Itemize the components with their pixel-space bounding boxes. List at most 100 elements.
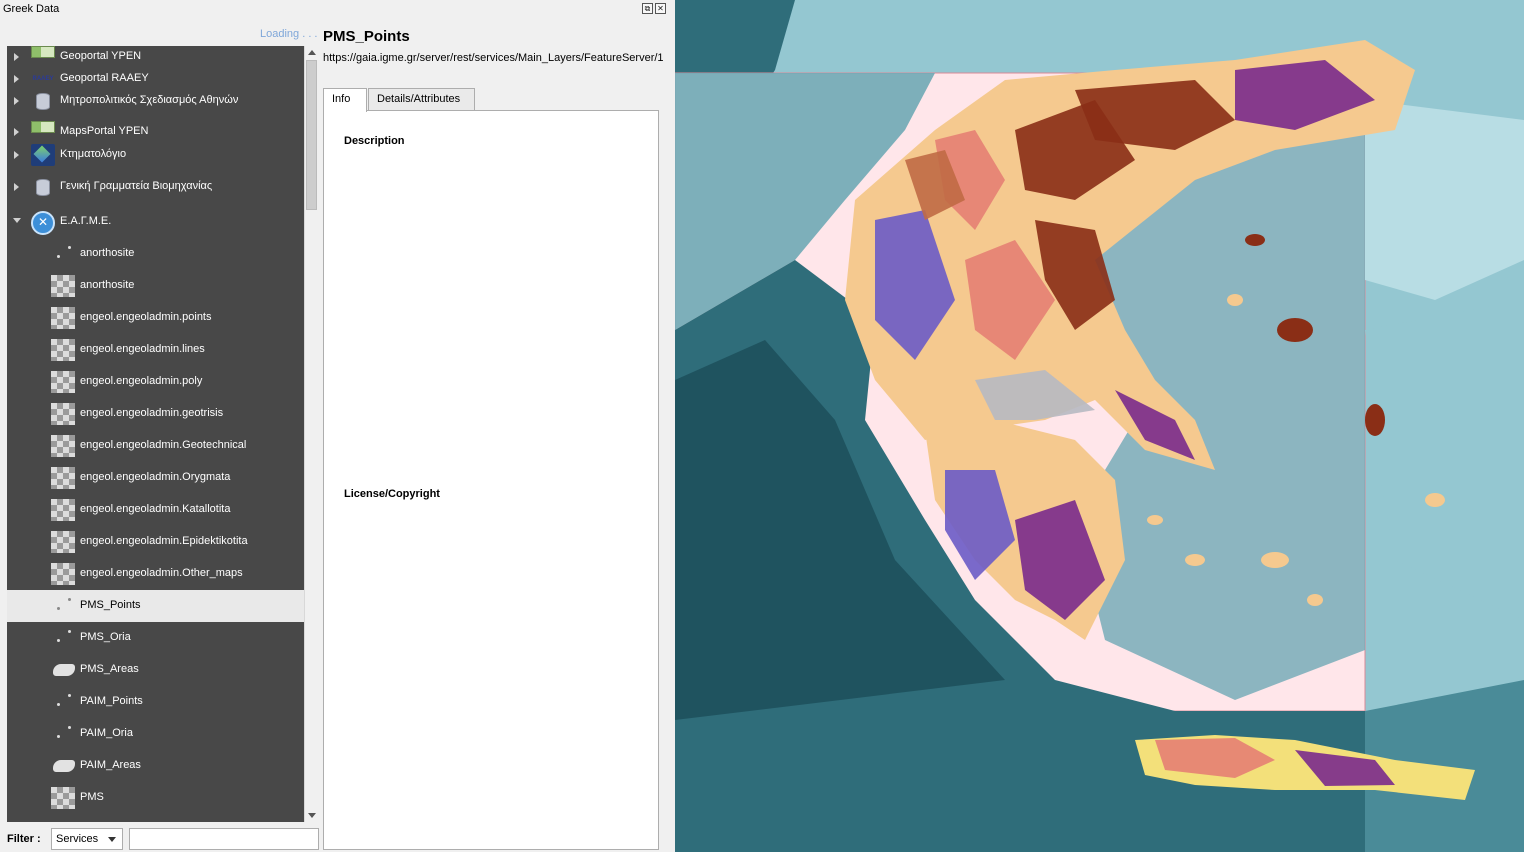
database-icon xyxy=(31,90,55,112)
tree-item-label: engeol.engeoladmin.Epidektikotita xyxy=(80,535,248,547)
tree-item-geoportal-raaey[interactable]: RAAEY Geoportal RAAEY xyxy=(7,68,304,90)
filter-type-select[interactable]: Services xyxy=(51,828,123,850)
tree-item-label: PMS_Areas xyxy=(80,663,139,675)
layer-title: PMS_Points xyxy=(323,28,410,45)
tree-item-label: engeol.engeoladmin.Other_maps xyxy=(80,567,243,579)
tab-details-attributes[interactable]: Details/Attributes xyxy=(368,88,475,111)
tree-item-κτηματολόγιο[interactable]: Κτηματολόγιο xyxy=(7,144,304,166)
point-layer-icon xyxy=(51,627,75,649)
tree-item-engeol-engeoladmin-geotechnical[interactable]: engeol.engeoladmin.Geotechnical xyxy=(7,430,304,462)
geoportal-icon xyxy=(31,46,55,58)
tree-item-label: PAIM_Oria xyxy=(80,727,133,739)
raster-layer-icon xyxy=(51,499,75,521)
tree-item-label: engeol.engeoladmin.points xyxy=(80,311,212,323)
service-tree[interactable]: Geoportal YPEN RAAEY Geoportal RAAEY Μητροπ… xyxy=(7,46,304,822)
tree-item-label: engeol.engeoladmin.geotrisis xyxy=(80,407,224,419)
polygon-layer-icon xyxy=(51,755,75,777)
tree-item-anorthosite[interactable]: anorthosite xyxy=(7,238,304,270)
raster-layer-icon xyxy=(51,403,75,425)
island xyxy=(1277,318,1313,342)
chevron-right-icon[interactable] xyxy=(14,183,19,191)
tree-item-engeol-engeoladmin-points[interactable]: engeol.engeoladmin.points xyxy=(7,302,304,334)
tree-item-engeol-engeoladmin-lines[interactable]: engeol.engeoladmin.lines xyxy=(7,334,304,366)
tree-item-label: Geoportal RAAEY xyxy=(60,72,149,84)
tree-item-label: PAIM_Points xyxy=(80,695,143,707)
chevron-right-icon[interactable] xyxy=(14,128,19,136)
tree-item-label: engeol.engeoladmin.poly xyxy=(80,375,203,387)
point-layer-icon xyxy=(51,723,75,745)
tree-item-geoportal-ypen[interactable]: Geoportal YPEN xyxy=(7,46,304,68)
tree-item-mapsportal-ypen[interactable]: MapsPortal YPEN xyxy=(7,121,304,143)
tree-item-label: Ε.Α.Γ.Μ.Ε. xyxy=(60,215,112,227)
tree-item-ε-α-γ-μ-ε-[interactable]: Ε.Α.Γ.Μ.Ε. xyxy=(7,206,304,238)
tree-item-label: Κτηματολόγιο xyxy=(60,148,127,160)
tree-item-label: engeol.engeoladmin.Katallotita xyxy=(80,503,231,515)
description-heading: Description xyxy=(344,135,405,147)
tree-item-label: PMS_Points xyxy=(80,599,141,611)
point-layer-icon xyxy=(51,691,75,713)
scrollbar-thumb[interactable] xyxy=(306,60,317,210)
island xyxy=(1425,493,1445,507)
tree-item-pms-points[interactable]: PMS_Points xyxy=(7,590,304,622)
filter-label: Filter : xyxy=(7,833,41,845)
tree-item-label: PAIM_Areas xyxy=(80,759,141,771)
float-panel-button[interactable]: ⧉ xyxy=(642,3,653,14)
tree-item-pms-areas[interactable]: PMS_Areas xyxy=(7,654,304,686)
map-canvas[interactable] xyxy=(675,0,1524,852)
tree-item-engeol-engeoladmin-epidektikotita[interactable]: engeol.engeoladmin.Epidektikotita xyxy=(7,526,304,558)
tree-item-label: engeol.engeoladmin.Orygmata xyxy=(80,471,231,483)
tree-item-γενική-γραμματεία-βιομηχανίας[interactable]: Γενική Γραμματεία Βιομηχανίας xyxy=(7,176,304,198)
chevron-down-icon xyxy=(108,837,116,842)
layer-url: https://gaia.igme.gr/server/rest/service… xyxy=(323,52,664,64)
tab-info[interactable]: Info xyxy=(323,88,367,112)
greek-data-dock-panel: Greek Data ⧉ ✕ Loading . . . Geoportal Y… xyxy=(0,0,673,852)
raster-layer-icon xyxy=(51,531,75,553)
tree-item-label: MapsPortal YPEN xyxy=(60,125,149,137)
database-icon xyxy=(31,176,55,198)
scroll-down-arrow-icon[interactable] xyxy=(308,813,316,818)
tree-item-engeol-engeoladmin-other-maps[interactable]: engeol.engeoladmin.Other_maps xyxy=(7,558,304,590)
raster-layer-icon xyxy=(51,275,75,297)
tree-item-label: PMS xyxy=(80,791,104,803)
raster-layer-icon xyxy=(51,371,75,393)
polygon-layer-icon xyxy=(51,659,75,681)
close-panel-button[interactable]: ✕ xyxy=(655,3,666,14)
chevron-right-icon[interactable] xyxy=(14,53,19,61)
tree-item-label: engeol.engeoladmin.Geotechnical xyxy=(80,439,247,451)
chevron-right-icon[interactable] xyxy=(14,75,19,83)
island xyxy=(1147,515,1163,525)
chevron-down-icon[interactable] xyxy=(13,218,21,223)
tree-item-label: anorthosite xyxy=(80,247,135,259)
tree-item-engeol-engeoladmin-poly[interactable]: engeol.engeoladmin.poly xyxy=(7,366,304,398)
tree-item-engeol-engeoladmin-katallotita[interactable]: engeol.engeoladmin.Katallotita xyxy=(7,494,304,526)
tree-item-paim-oria[interactable]: PAIM_Oria xyxy=(7,718,304,750)
raster-layer-icon xyxy=(51,563,75,585)
island xyxy=(1227,294,1243,306)
raster-layer-icon xyxy=(51,787,75,809)
tree-item-paim-areas[interactable]: PAIM_Areas xyxy=(7,750,304,782)
tree-item-μητροπολιτικός-σχεδιασμός-αθηνών[interactable]: Μητροπολιτικός Σχεδιασμός Αθηνών xyxy=(7,90,304,112)
island xyxy=(1307,594,1323,606)
raster-layer-icon xyxy=(51,339,75,361)
point-layer-icon xyxy=(51,595,75,617)
raster-layer-icon xyxy=(51,307,75,329)
chevron-right-icon[interactable] xyxy=(14,97,19,105)
tree-scrollbar[interactable] xyxy=(304,46,318,822)
chevron-right-icon[interactable] xyxy=(14,151,19,159)
tree-item-paim-points[interactable]: PAIM_Points xyxy=(7,686,304,718)
geoportal-icon xyxy=(31,121,55,133)
tree-item-pms[interactable]: PMS xyxy=(7,782,304,814)
scroll-up-arrow-icon[interactable] xyxy=(308,50,316,55)
tree-item-anorthosite[interactable]: anorthosite xyxy=(7,270,304,302)
tree-item-engeol-engeoladmin-geotrisis[interactable]: engeol.engeoladmin.geotrisis xyxy=(7,398,304,430)
filter-search-input[interactable] xyxy=(129,828,319,850)
eagme-icon xyxy=(31,211,55,235)
info-tab-content: Description License/Copyright xyxy=(323,110,659,850)
filter-type-value: Services xyxy=(56,833,99,845)
tree-item-pms-oria[interactable]: PMS_Oria xyxy=(7,622,304,654)
raster-layer-icon xyxy=(51,467,75,489)
tree-item-label: engeol.engeoladmin.lines xyxy=(80,343,205,355)
raster-layer-icon xyxy=(51,435,75,457)
tree-item-engeol-engeoladmin-orygmata[interactable]: engeol.engeoladmin.Orygmata xyxy=(7,462,304,494)
tree-item-label: Geoportal YPEN xyxy=(60,50,142,62)
